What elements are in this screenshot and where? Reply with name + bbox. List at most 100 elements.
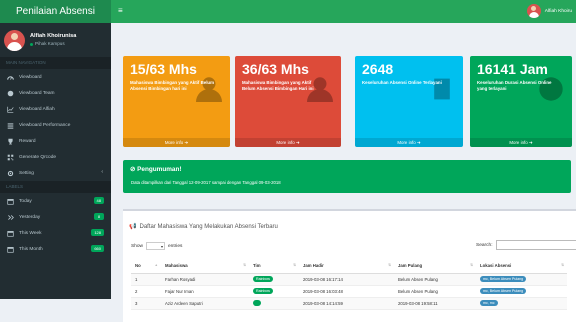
stat-description: Mahasiswa Bimbingan yang Aktif Belum Abs… — [130, 80, 215, 91]
team-badge: Rainbow — [253, 276, 273, 282]
column-header-tim[interactable]: Tim ⇅ — [249, 259, 299, 274]
entries-label: entries — [168, 243, 183, 249]
stat-description: Mahasiswa Bimbingan yang Aktif Belum Abs… — [242, 80, 314, 91]
sidebar-item-generate-qrcode[interactable]: Generate Qrcode — [0, 149, 111, 165]
more-info-link[interactable]: More info ➜ — [470, 138, 572, 147]
bullhorn-icon: 📢 — [129, 224, 137, 230]
table-title: Daftar Mahasiswa Yang Melakukan Absensi … — [139, 223, 278, 230]
online-status-icon — [30, 42, 33, 46]
stat-value: 36/63 Mhs — [242, 61, 309, 77]
user-avatar — [4, 29, 25, 51]
sidebar-item-label: Setting — [19, 170, 34, 176]
menu-header-main: MAIN NAVIGATION — [0, 57, 111, 69]
sidebar-item-label: Reward — [19, 138, 36, 144]
user-menu-name: Alfiah Khoiru — [544, 8, 572, 14]
length-control: Show ▾ entries — [131, 242, 182, 250]
more-info-link[interactable]: More info ➜ — [235, 138, 341, 147]
sidebar-item-yesterday[interactable]: Yesterday 8 — [0, 209, 111, 225]
column-header-jam-pulang[interactable]: Jam Pulang ⇅ — [394, 259, 476, 274]
stat-box-aqua: 2648 Keseluruhan Absensi Online Terlayan… — [355, 56, 463, 147]
search-input[interactable] — [495, 240, 576, 250]
qrcode-icon — [6, 153, 14, 161]
show-label: Show — [131, 243, 143, 249]
entries-select[interactable]: ▾ — [146, 242, 165, 250]
more-info-link[interactable]: More info ➜ — [123, 138, 230, 147]
user-name: Alfiah Khoirunisa — [30, 33, 77, 39]
stat-description: Keseluruhan Durasi Absensi Online yang t… — [477, 80, 552, 91]
sidebar-item-label: Viewboard Performance — [19, 122, 71, 128]
stat-value: 15/63 Mhs — [130, 61, 197, 77]
table-row: 1 Farhan Rosyadi Rainbow 2019-03-08 16:1… — [131, 273, 567, 286]
sort-icon: ⇅ — [561, 263, 564, 267]
sort-icon: ⇅ — [293, 263, 296, 267]
table-row: 2 Fajar Nur Iman Rainbow 2019-03-08 16:0… — [131, 285, 567, 298]
search-label: Search: — [476, 242, 493, 248]
chevron-left-icon: ‹ — [101, 169, 103, 175]
arrow-right-icon: ➜ — [528, 140, 533, 145]
sort-icon: ⇅ — [388, 263, 391, 267]
trophy-icon — [6, 137, 14, 145]
sidebar-item-label: Viewboard — [19, 74, 42, 80]
arrow-right-icon: ➜ — [416, 140, 421, 145]
announcement-text: Data ditampilkan dari Tanggal 12-09-2017… — [131, 180, 281, 185]
sidebar-item-viewboard-performance[interactable]: Viewboard Performance — [0, 117, 111, 133]
ban-icon: ⊘ — [130, 166, 136, 173]
stat-value: 16141 Jam — [477, 61, 548, 77]
team-badge — [253, 300, 261, 306]
sidebar-item-today[interactable]: Today 48 — [0, 193, 111, 209]
location-badge[interactable]: mc, Belum Absen Pulang — [480, 276, 527, 282]
arrow-right-icon: ➜ — [295, 140, 300, 145]
count-badge: 128 — [91, 229, 104, 236]
sidebar-item-label: Yesterday — [19, 214, 41, 220]
sidebar-item-this-week[interactable]: This Week 128 — [0, 225, 111, 241]
search-control: Search: — [476, 240, 576, 250]
user-menu[interactable]: Alfiah Khoiru — [526, 4, 572, 18]
history-icon — [6, 213, 14, 221]
main-content: 15/63 Mhs Mahasiswa Bimbingan yang Aktif… — [111, 23, 576, 322]
announcement-callout: ⊘ Pengumuman! Data ditampilkan dari Tang… — [123, 160, 571, 193]
stat-box-red: 36/63 Mhs Mahasiswa Bimbingan yang Aktif… — [235, 56, 341, 147]
arrow-right-icon: ➜ — [184, 140, 189, 145]
sort-icon: ⇅ — [470, 263, 473, 267]
sidebar-item-label: Today — [19, 198, 32, 204]
column-header-no[interactable]: No ▲ — [131, 259, 161, 274]
more-info-link[interactable]: More info ➜ — [355, 138, 463, 147]
calendar-month-icon — [6, 245, 14, 253]
sidebar-item-viewboard-alfiah[interactable]: Viewboard Alfiah — [0, 101, 111, 117]
user-avatar — [526, 4, 541, 18]
attendance-table-box: 📢 Daftar Mahasiswa Yang Melakukan Absens… — [123, 209, 576, 322]
chevron-down-icon: ▾ — [160, 243, 163, 249]
announcement-title: Pengumuman! — [137, 166, 182, 173]
sidebar-item-viewboard[interactable]: Viewboard — [0, 69, 111, 85]
sort-icon: ▲ — [154, 263, 158, 267]
sidebar-item-viewboard-team[interactable]: Viewboard Team — [0, 85, 111, 101]
count-badge: 660 — [91, 245, 104, 252]
count-badge: 8 — [94, 213, 104, 220]
stat-box-green: 16141 Jam Keseluruhan Durasi Absensi Onl… — [470, 56, 572, 147]
location-badge[interactable]: mc, Belum Absen Pulang — [480, 288, 527, 294]
column-header-jam-hadir[interactable]: Jam Hadir ⇅ — [299, 259, 394, 274]
app-logo[interactable]: Penilaian Absensi — [0, 0, 111, 23]
user-panel: Alfiah Khoirunisa Pihak Kampus — [0, 23, 111, 57]
sidebar-item-this-month[interactable]: This Month 660 — [0, 241, 111, 257]
stat-box-orange: 15/63 Mhs Mahasiswa Bimbingan yang Aktif… — [123, 56, 230, 147]
attendance-table: No ▲ Mahasiswa ⇅ Tim ⇅ Jam Hadir ⇅ Jam Pulan… — [131, 259, 567, 310]
menu-toggle-icon[interactable]: ≡ — [118, 6, 123, 15]
sidebar-item-reward[interactable]: Reward — [0, 133, 111, 149]
team-badge: Rainbow — [253, 288, 273, 294]
location-badge[interactable]: mc, mc — [480, 300, 498, 306]
sort-icon: ⇅ — [243, 263, 246, 267]
sidebar-item-setting[interactable]: Setting ‹ — [0, 165, 111, 181]
sidebar-item-label: This Month — [19, 246, 43, 252]
sidebar-item-label: This Week — [19, 230, 42, 236]
column-header-lokasi-absensi[interactable]: Lokasi Absensi ⇅ — [476, 259, 567, 274]
stat-description: Keseluruhan Absensi Online Terlayani — [362, 80, 442, 85]
count-badge: 48 — [93, 197, 104, 204]
column-header-mahasiswa[interactable]: Mahasiswa ⇅ — [161, 259, 249, 274]
sidebar-item-label: Viewboard Alfiah — [19, 106, 55, 112]
sidebar-item-label: Viewboard Team — [19, 90, 55, 96]
dashboard-icon — [6, 73, 14, 81]
gear-icon — [6, 169, 14, 177]
sidebar: Penilaian Absensi Alfiah Khoirunisa Piha… — [0, 0, 111, 299]
calendar-icon — [6, 197, 14, 205]
